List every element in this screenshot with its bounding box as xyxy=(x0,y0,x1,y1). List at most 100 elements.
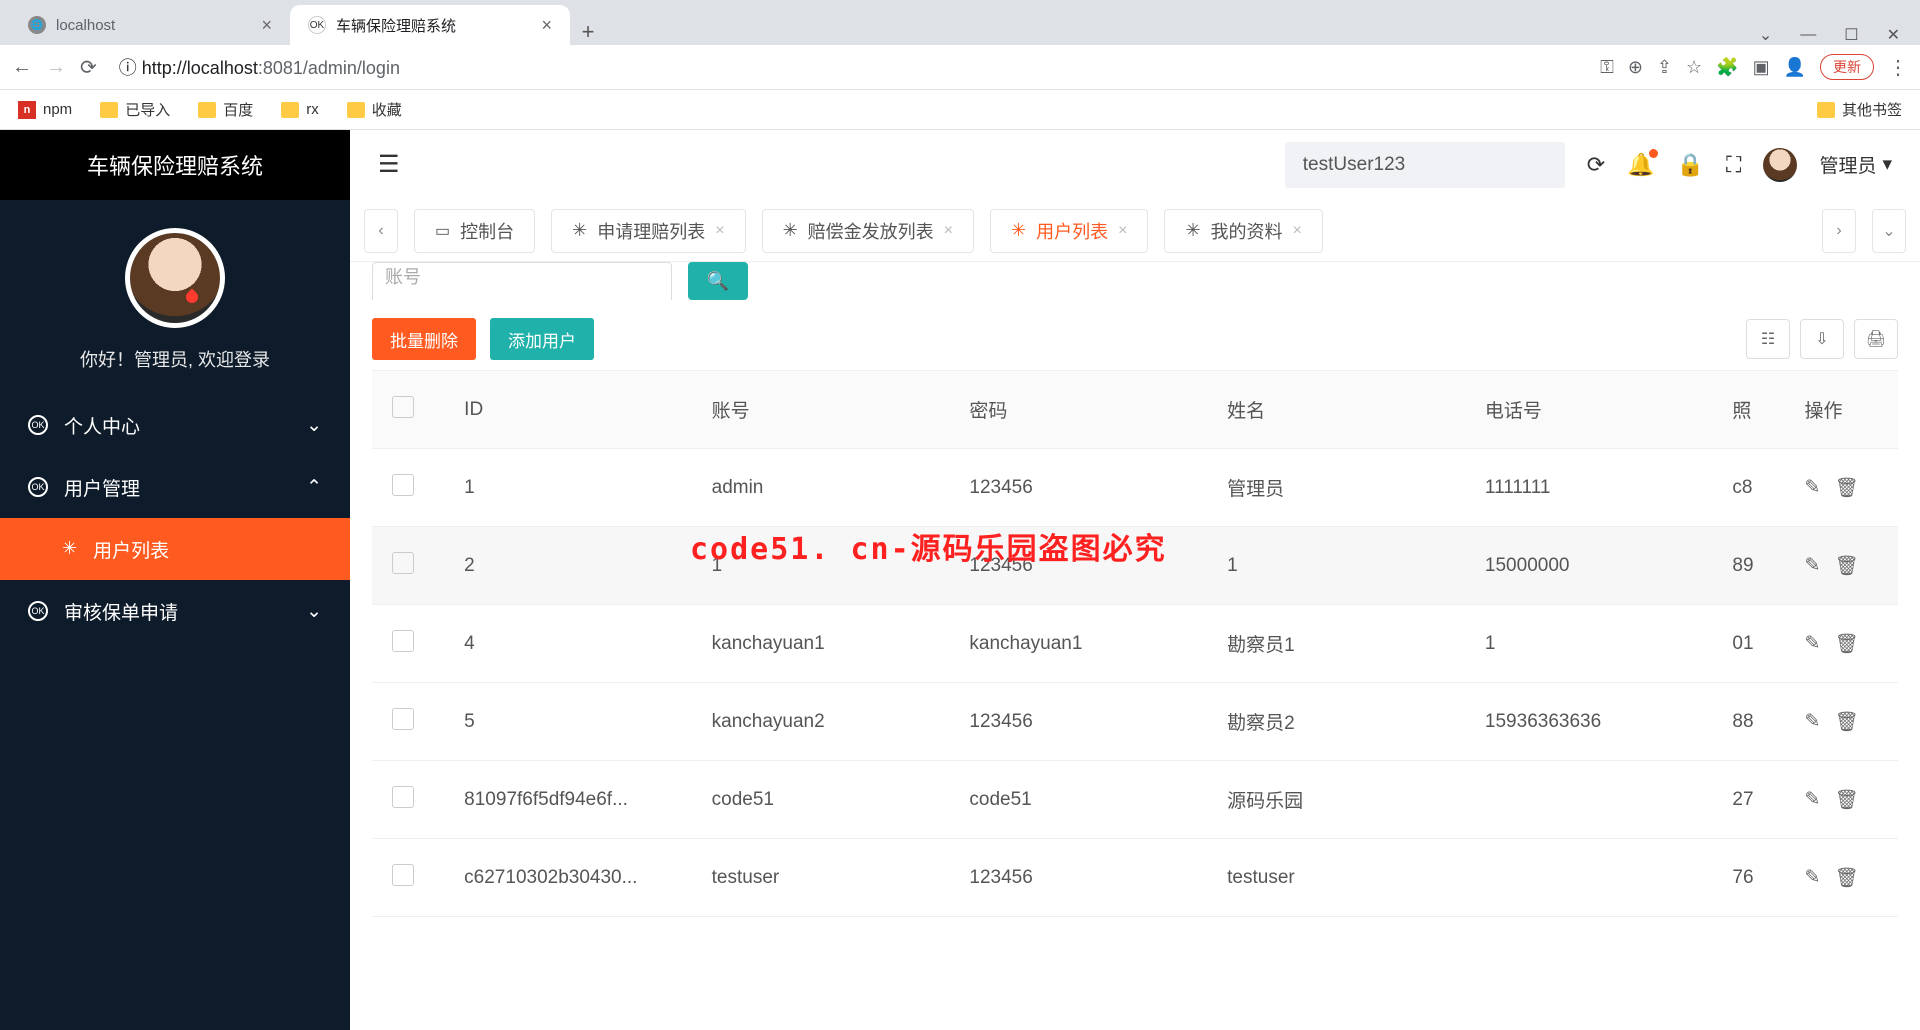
cell-password: kanchayuan1 xyxy=(949,605,1207,683)
cell-password: 123456 xyxy=(949,683,1207,761)
delete-icon[interactable]: 🗑 xyxy=(1834,788,1858,812)
delete-icon[interactable]: 🗑 xyxy=(1834,866,1858,890)
sidebar-item-audit[interactable]: OK 审核保单申请 ⌄ xyxy=(0,580,350,642)
sidebar-item-user-list[interactable]: 用户列表 xyxy=(0,518,350,580)
palm-icon xyxy=(62,538,77,560)
palm-icon xyxy=(1011,220,1026,241)
globe-icon: 🌐 xyxy=(28,16,46,34)
account-filter-input[interactable]: 账号 xyxy=(372,262,672,300)
print-icon[interactable]: 🖨 xyxy=(1854,319,1898,359)
kebab-menu-icon[interactable]: ⋮ xyxy=(1888,55,1908,80)
tab-users[interactable]: 用户列表× xyxy=(990,209,1148,253)
reload-icon[interactable]: ⟳ xyxy=(80,55,97,80)
key-icon[interactable]: ⚿ xyxy=(1600,57,1614,78)
edit-icon[interactable]: ✎ xyxy=(1805,554,1821,578)
global-search-input[interactable] xyxy=(1285,142,1565,188)
collapse-sidebar-icon[interactable]: ☰ xyxy=(378,150,400,179)
panel-icon[interactable]: ▣ xyxy=(1753,57,1770,78)
chevron-down-icon[interactable]: ⌄ xyxy=(1759,25,1772,45)
browser-tab-localhost[interactable]: 🌐 localhost × xyxy=(10,5,290,45)
add-user-button[interactable]: 添加用户 xyxy=(490,318,594,360)
edit-icon[interactable]: ✎ xyxy=(1805,476,1821,500)
table-tools: ☷ ⇩ 🖨 xyxy=(1746,319,1898,359)
chevron-down-icon: ▾ xyxy=(1882,153,1892,176)
edit-icon[interactable]: ✎ xyxy=(1805,788,1821,812)
user-menu[interactable]: 管理员 ▾ xyxy=(1819,151,1892,178)
delete-icon[interactable]: 🗑 xyxy=(1834,554,1858,578)
tabs-scroll-right[interactable]: › xyxy=(1822,209,1856,253)
tab-label: 控制台 xyxy=(460,218,514,244)
close-window-icon[interactable]: ✕ xyxy=(1887,25,1900,45)
tabs-dropdown[interactable]: ⌄ xyxy=(1872,209,1906,253)
other-bookmarks[interactable]: 其他书签 xyxy=(1817,99,1902,120)
bookmark-baidu[interactable]: 百度 xyxy=(198,99,253,120)
sidebar-item-user-mgmt[interactable]: OK 用户管理 ⌃ xyxy=(0,456,350,518)
refresh-icon[interactable]: ⟳ xyxy=(1587,152,1605,178)
zoom-icon[interactable]: ⊕ xyxy=(1628,57,1643,78)
columns-icon[interactable]: ☷ xyxy=(1746,319,1790,359)
batch-delete-button[interactable]: 批量删除 xyxy=(372,318,476,360)
share-icon[interactable]: ⇪ xyxy=(1657,57,1672,78)
row-checkbox[interactable] xyxy=(392,864,414,886)
row-checkbox[interactable] xyxy=(392,630,414,652)
select-all-checkbox[interactable] xyxy=(392,396,414,418)
back-icon[interactable]: ← xyxy=(12,56,32,79)
user-avatar[interactable] xyxy=(1763,148,1797,182)
tab-profile[interactable]: 我的资料× xyxy=(1164,209,1322,253)
lock-icon[interactable]: 🔒 xyxy=(1677,152,1704,178)
folder-icon xyxy=(281,102,299,118)
bookmarks-bar: nnpm 已导入 百度 rx 收藏 其他书签 xyxy=(0,90,1920,130)
url-field[interactable]: ⓘ http://localhost:8081/admin/login xyxy=(111,54,1586,80)
bookmark-imported[interactable]: 已导入 xyxy=(100,99,170,120)
sidebar-item-label: 用户列表 xyxy=(93,536,169,563)
sidebar-item-label: 用户管理 xyxy=(64,474,140,501)
row-checkbox[interactable] xyxy=(392,708,414,730)
url-host: localhost xyxy=(187,58,258,78)
tab-apply[interactable]: 申请理赔列表 × xyxy=(551,209,745,253)
tabs-scroll-left[interactable]: ‹ xyxy=(364,209,398,253)
forward-icon[interactable]: → xyxy=(46,56,66,79)
folder-icon xyxy=(100,102,118,118)
bookmark-fav[interactable]: 收藏 xyxy=(347,99,402,120)
sidebar-item-personal[interactable]: OK 个人中心 ⌄ xyxy=(0,394,350,456)
fullscreen-icon[interactable]: ⛶ xyxy=(1726,152,1741,178)
close-icon[interactable]: × xyxy=(261,15,272,36)
tab-console[interactable]: ▭控制台 xyxy=(414,209,535,253)
browser-tab-app[interactable]: OK 车辆保险理赔系统 × xyxy=(290,5,570,45)
tab-label: 赔偿金发放列表 xyxy=(808,218,934,244)
bookmark-rx[interactable]: rx xyxy=(281,101,319,118)
export-icon[interactable]: ⇩ xyxy=(1800,319,1844,359)
star-icon[interactable]: ☆ xyxy=(1686,57,1702,78)
maximize-icon[interactable]: ☐ xyxy=(1844,25,1858,45)
new-tab-button[interactable]: + xyxy=(570,19,606,45)
edit-icon[interactable]: ✎ xyxy=(1805,710,1821,734)
delete-icon[interactable]: 🗑 xyxy=(1834,476,1858,500)
edit-icon[interactable]: ✎ xyxy=(1805,866,1821,890)
cell-phone: 15936363636 xyxy=(1465,683,1712,761)
close-icon[interactable]: × xyxy=(1293,222,1302,240)
close-icon[interactable]: × xyxy=(715,222,724,240)
profile-icon[interactable]: 👤 xyxy=(1784,57,1806,78)
table-row: c62710302b30430...testuser123456testuser… xyxy=(372,839,1898,917)
row-checkbox[interactable] xyxy=(392,786,414,808)
tab-payout[interactable]: 赔偿金发放列表 × xyxy=(762,209,974,253)
tab-label: 申请理赔列表 xyxy=(597,218,705,244)
delete-icon[interactable]: 🗑 xyxy=(1834,710,1858,734)
edit-icon[interactable]: ✎ xyxy=(1805,632,1821,656)
profile-section: 你好！管理员, 欢迎登录 xyxy=(0,200,350,394)
minimize-icon[interactable]: — xyxy=(1800,26,1816,44)
bell-icon[interactable]: 🔔 xyxy=(1627,152,1654,178)
cell-name: 勘察员2 xyxy=(1207,683,1465,761)
extensions-icon[interactable]: 🧩 xyxy=(1716,57,1738,78)
close-icon[interactable]: × xyxy=(541,15,552,36)
delete-icon[interactable]: 🗑 xyxy=(1834,632,1858,656)
update-button[interactable]: 更新 xyxy=(1820,54,1874,80)
col-phone: 电话号 xyxy=(1465,371,1712,449)
close-icon[interactable]: × xyxy=(944,222,953,240)
close-icon[interactable]: × xyxy=(1118,222,1127,240)
row-checkbox[interactable] xyxy=(392,474,414,496)
bookmark-npm[interactable]: nnpm xyxy=(18,101,72,119)
col-ops: 操作 xyxy=(1785,371,1898,449)
search-button[interactable]: 🔍 xyxy=(688,262,748,300)
row-checkbox[interactable] xyxy=(392,552,414,574)
